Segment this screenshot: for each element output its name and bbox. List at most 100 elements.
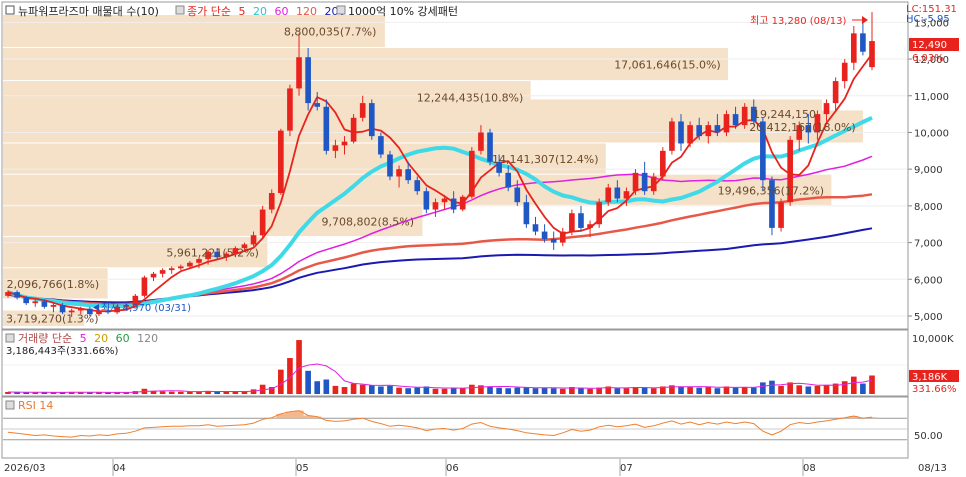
candle-body (268, 193, 275, 210)
candle-body (77, 308, 84, 311)
volume-bar (496, 387, 502, 394)
volume-bar (432, 388, 439, 394)
volume-bar (714, 388, 721, 394)
volume-bar (341, 387, 348, 394)
candle-body (323, 106, 330, 151)
candle-body (650, 176, 657, 192)
rsi-legend-icon (5, 400, 15, 410)
volume-bar (778, 385, 784, 394)
volume-bar (314, 381, 321, 394)
candle-body (823, 103, 830, 115)
volume-bar (578, 388, 584, 394)
candle-body (378, 136, 384, 155)
volume-bar (214, 391, 220, 394)
candle-body (587, 224, 593, 228)
candle-body (414, 180, 421, 192)
candle-body (723, 114, 730, 133)
candle-body (469, 150, 475, 197)
volume-bar (650, 388, 657, 394)
volume-bar (232, 391, 239, 394)
candle-body (550, 238, 557, 243)
candle-body (687, 125, 693, 144)
volume-bar (469, 384, 475, 394)
candle-body (850, 33, 857, 63)
candle-body (669, 121, 675, 151)
candle-body (505, 172, 512, 188)
price-y-tick-label: 11,000 (914, 92, 949, 103)
candle-body (405, 169, 411, 181)
candle-body (159, 270, 166, 274)
candle-body (41, 301, 48, 307)
ma-legend-5: 5 (238, 5, 245, 18)
candle-body (678, 121, 684, 144)
x-label-2026-03: 2026/03 (4, 463, 46, 474)
candle-body (714, 125, 721, 133)
candle-body (396, 169, 402, 177)
volume-bar (177, 391, 184, 394)
ma-legend-120: 120 (296, 5, 317, 18)
candle-body (450, 198, 457, 210)
volume-bar (532, 388, 539, 394)
hc-label: HC:-5.95 (906, 14, 950, 25)
ma-legend-60: 60 (274, 5, 288, 18)
candle-body (632, 172, 639, 192)
candle-body (50, 304, 57, 307)
volume-profile-label: 14,141,307(12.4%) (492, 153, 599, 166)
volume-bar (223, 391, 230, 394)
volume-bar (614, 388, 621, 394)
volume-bar (523, 387, 530, 394)
volume-bar (678, 386, 684, 394)
candle-body (841, 62, 848, 82)
candle-body (741, 106, 748, 126)
candle-body (696, 125, 703, 137)
high-annotation: 최고 13,280 (08/13) (750, 15, 846, 27)
volume-bar (378, 386, 384, 394)
candle-body (514, 187, 521, 203)
stock-title: 뉴파워프라즈마 매물대 수(10) (18, 5, 159, 18)
volume-profile-label: 5,961,221(5.2%) (166, 247, 259, 260)
candle-body (141, 277, 148, 296)
volume-bar (559, 388, 566, 394)
volume-bar (641, 387, 648, 394)
candle-body (660, 150, 666, 177)
volume-profile-label: 20,412,167(18.0%) (749, 121, 856, 134)
candle-body (250, 235, 257, 245)
candle-body (869, 41, 875, 68)
candle-body (541, 231, 548, 239)
volume-bar (750, 387, 757, 394)
volume-bar (441, 388, 448, 394)
price-y-tick-label: 8,000 (914, 202, 943, 213)
candle-body (860, 33, 866, 52)
candle-body (177, 266, 184, 269)
candle-body (350, 117, 357, 142)
volume-bar (323, 379, 330, 394)
volume-bar (159, 391, 166, 394)
volume-bar (278, 369, 284, 394)
x-label-06: 06 (446, 463, 459, 474)
volume-profile-label: 3,719,270(1.3%) (6, 313, 99, 326)
low-annotation: 최저 4,970 (03/31) (101, 302, 191, 314)
volume-legend-prefix: 거래량 단순 (18, 332, 72, 345)
candle-body (387, 154, 393, 177)
volume-bar (687, 387, 693, 394)
price-y-tick-label: 7,000 (914, 239, 943, 250)
volume-ma-legend-120: 120 (137, 332, 158, 345)
candle-body (459, 196, 466, 210)
x-last-date: 08/13 (918, 463, 947, 474)
rsi-header: RSI 14 (18, 399, 53, 412)
rsi-pane-frame (1, 396, 909, 459)
volume-bar (732, 387, 739, 394)
candle-body (605, 187, 612, 203)
volume-bar (796, 385, 803, 394)
volume-current-label: 3,186,443주(331.66%) (6, 346, 118, 357)
volume-bar (860, 383, 866, 394)
stock-chart[interactable]: 3,719,270(1.3%) 2,096,766(1.8%) 5,961,221(… (0, 0, 966, 477)
candle-body (532, 224, 539, 232)
volume-ma-legend-20: 20 (94, 332, 108, 345)
volume-bar (541, 387, 548, 394)
volume-bar (805, 386, 812, 394)
candle-body (432, 202, 439, 210)
volume-bar (405, 388, 411, 394)
volume-bar (760, 382, 766, 394)
price-legend: 뉴파워프라즈마 매물대 수(10) 종가 단순 5 20 60 120 200 … (5, 5, 458, 18)
